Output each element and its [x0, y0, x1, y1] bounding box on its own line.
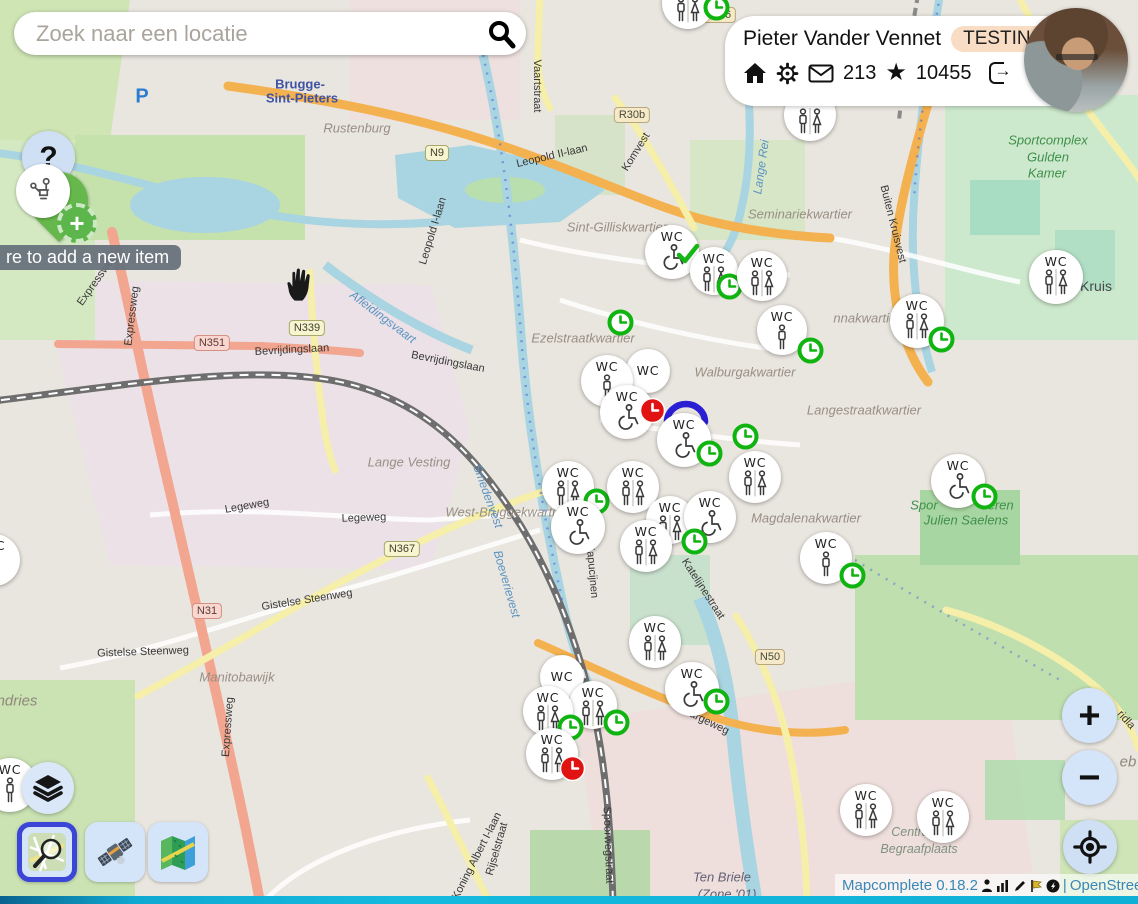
layers-button[interactable] — [22, 762, 74, 814]
map-marker-toilet-male-female[interactable]: WC — [1029, 250, 1083, 304]
messages-count: 213 — [843, 62, 876, 85]
hand-cursor — [284, 266, 318, 302]
map-marker-toilet-wheelchair[interactable]: WC — [600, 385, 654, 439]
search-bar — [14, 12, 526, 55]
open-hours-badge — [607, 309, 634, 336]
osm-link[interactable]: OpenStreetMap — [1070, 877, 1138, 894]
osm-map-icon — [26, 831, 68, 873]
background-button-satellite[interactable] — [85, 822, 145, 882]
search-input[interactable] — [34, 20, 486, 48]
attribution-bar: Mapcomplete 0.18.2 | OpenStreetMap — [835, 874, 1138, 897]
map-marker-toilet-wheelchair[interactable]: WC — [684, 491, 736, 543]
stats-icon[interactable] — [996, 879, 1010, 892]
bottom-accent-bar — [0, 896, 1138, 904]
bolt-badge-icon[interactable] — [1046, 879, 1060, 893]
map-marker-toilet-wheelchair[interactable]: WC — [665, 662, 719, 716]
license-flag-icon[interactable] — [1030, 879, 1043, 893]
add-plus-icon[interactable]: + — [57, 203, 97, 243]
world-map-icon — [157, 831, 199, 873]
map-marker-toilet-unisex[interactable]: WC — [757, 305, 807, 355]
crosshair-icon — [1073, 830, 1107, 864]
map-marker-toilet-male-female[interactable]: WC — [917, 791, 969, 843]
map-marker-toilet-male-female[interactable]: WC — [737, 251, 787, 301]
map-marker-toilet-male-female[interactable]: WC — [690, 247, 738, 295]
search-icon[interactable] — [486, 19, 516, 49]
minus-icon: − — [1078, 759, 1100, 797]
background-button-osm[interactable] — [17, 822, 77, 882]
settings-gear-icon[interactable] — [776, 62, 799, 85]
attribution-divider: | — [1063, 877, 1067, 894]
map-marker-toilet-male-female[interactable]: WC — [569, 681, 617, 729]
zoom-in-button[interactable]: + — [1062, 688, 1117, 743]
map-marker-toilet-male-female[interactable]: WC — [840, 784, 892, 836]
attribution-version-link[interactable]: Mapcomplete 0.18.2 — [842, 877, 978, 894]
map-marker-toilet-wheelchair[interactable]: WC — [931, 454, 985, 508]
user-avatar[interactable] — [1024, 8, 1128, 112]
map-marker-toilet-male-female[interactable]: WC — [526, 728, 578, 780]
map-marker-toilet-male-female[interactable]: WC — [662, 0, 714, 29]
map-marker-toilet-male-female[interactable]: WC — [629, 616, 681, 668]
open-hours-badge — [732, 423, 759, 450]
map-marker-toilet-unisex[interactable]: WC — [800, 532, 852, 584]
map-marker-toilet-unisex[interactable]: WC — [0, 534, 20, 586]
home-icon[interactable] — [743, 62, 767, 84]
user-name[interactable]: Pieter Vander Vennet — [743, 27, 941, 51]
changesets-star-icon: ★ — [885, 61, 907, 85]
map-marker-toilet-male-female[interactable]: WC — [729, 451, 781, 503]
map-marker-toilet-male-female[interactable]: WC — [620, 520, 672, 572]
map-marker-toilet-wheelchair[interactable]: WC — [657, 413, 711, 467]
messages-envelope-icon[interactable] — [808, 64, 834, 83]
changesets-count: 10455 — [916, 62, 972, 85]
map-markers-layer: WCWCWCWCWCWCWCWCWCWCWCWCWCWCWCWCWCWCWCWC… — [0, 0, 1138, 904]
background-button-map[interactable] — [148, 822, 208, 882]
satellite-icon — [94, 831, 136, 873]
map-marker-toilet-male-female[interactable]: WC — [890, 294, 944, 348]
plus-icon: + — [1078, 697, 1100, 735]
contributor-icon[interactable] — [981, 879, 993, 892]
layers-icon — [33, 773, 63, 803]
edit-pencil-icon[interactable] — [1013, 879, 1027, 893]
map-marker-toilet-wheelchair[interactable]: WC — [551, 500, 605, 554]
map-app: Brugge-Sint-PietersPRustenburgSint-Gilli… — [0, 0, 1138, 904]
add-item-tooltip: re to add a new item — [0, 245, 181, 270]
zoom-out-button[interactable]: − — [1062, 750, 1117, 805]
logout-icon[interactable]: → — [989, 62, 1011, 84]
geolocate-button[interactable] — [1063, 820, 1117, 874]
